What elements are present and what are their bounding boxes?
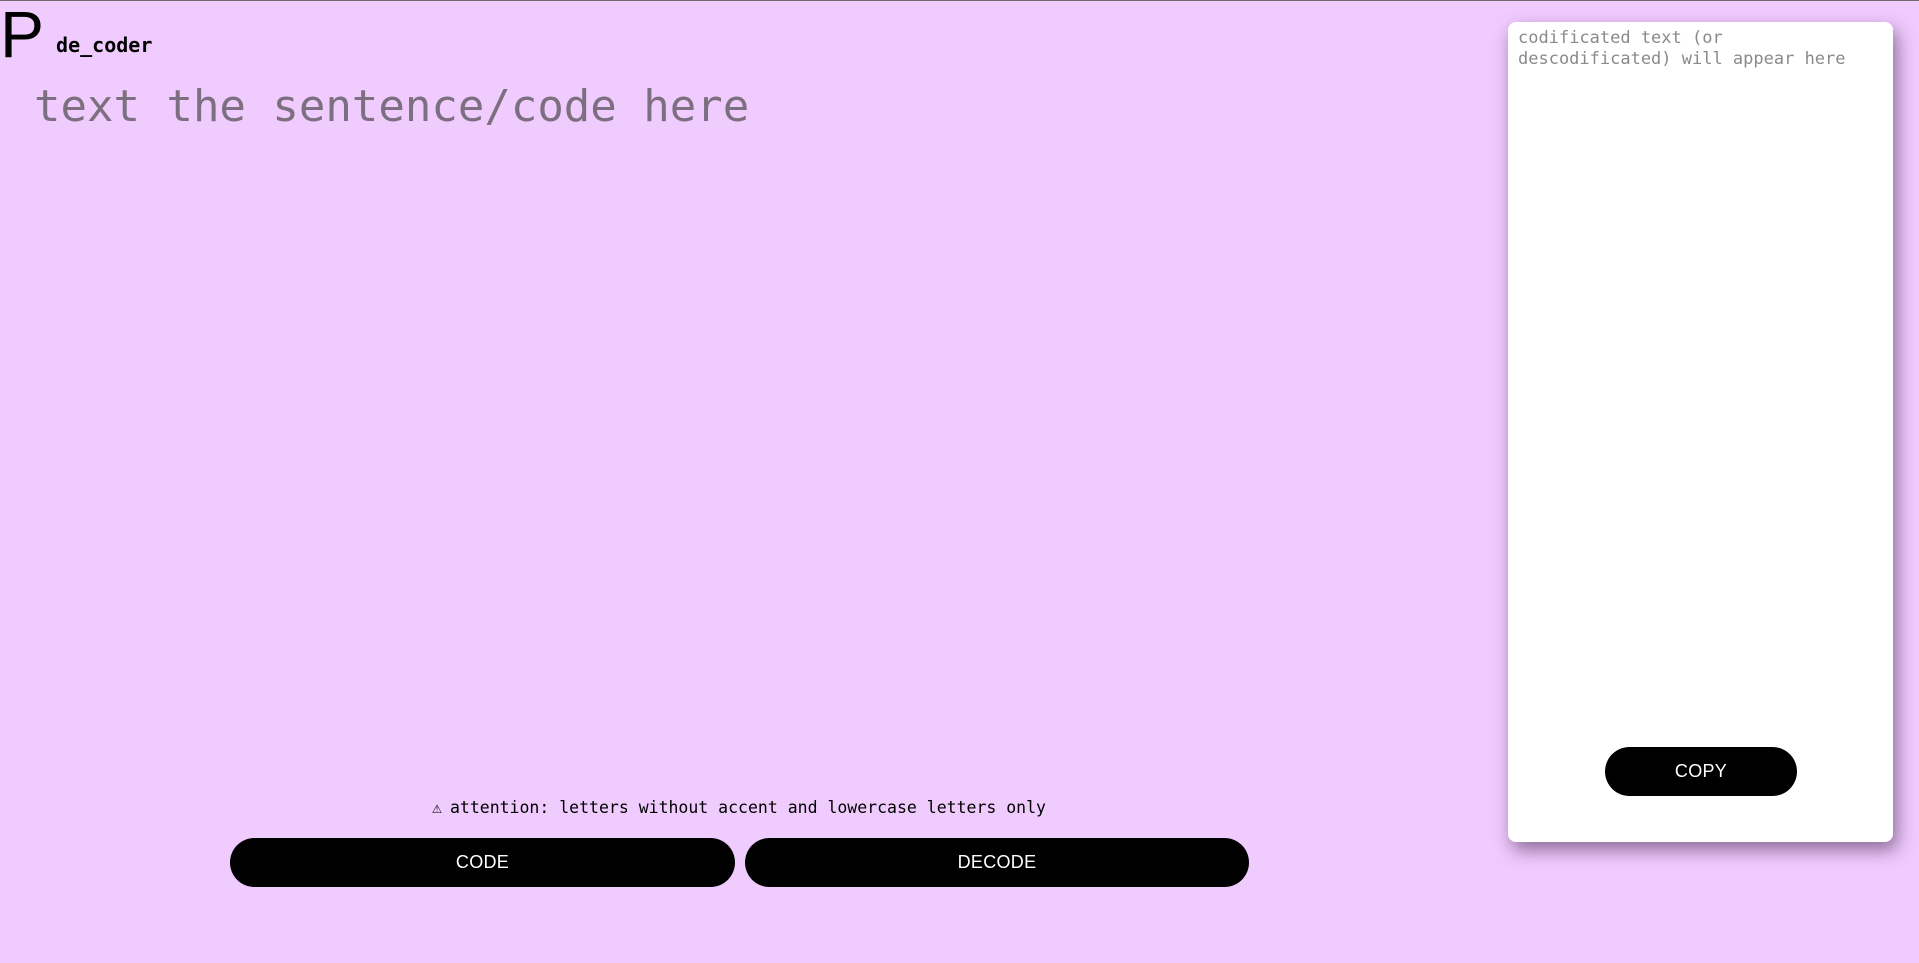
logo-letter: P [0,0,45,71]
output-panel: COPY [1508,22,1893,842]
output-textarea[interactable] [1518,28,1883,728]
warning-message: ⚠ attention: letters without accent and … [230,798,1248,817]
copy-button[interactable]: COPY [1605,747,1797,796]
logo-text: de_coder [56,33,153,57]
decode-button[interactable]: DECODE [745,838,1249,887]
code-button[interactable]: CODE [230,838,735,887]
sentence-input[interactable] [34,81,1434,741]
warning-icon: ⚠ [432,798,442,817]
warning-text: attention: letters without accent and lo… [449,798,1046,817]
logo: P de_coder [0,0,153,71]
